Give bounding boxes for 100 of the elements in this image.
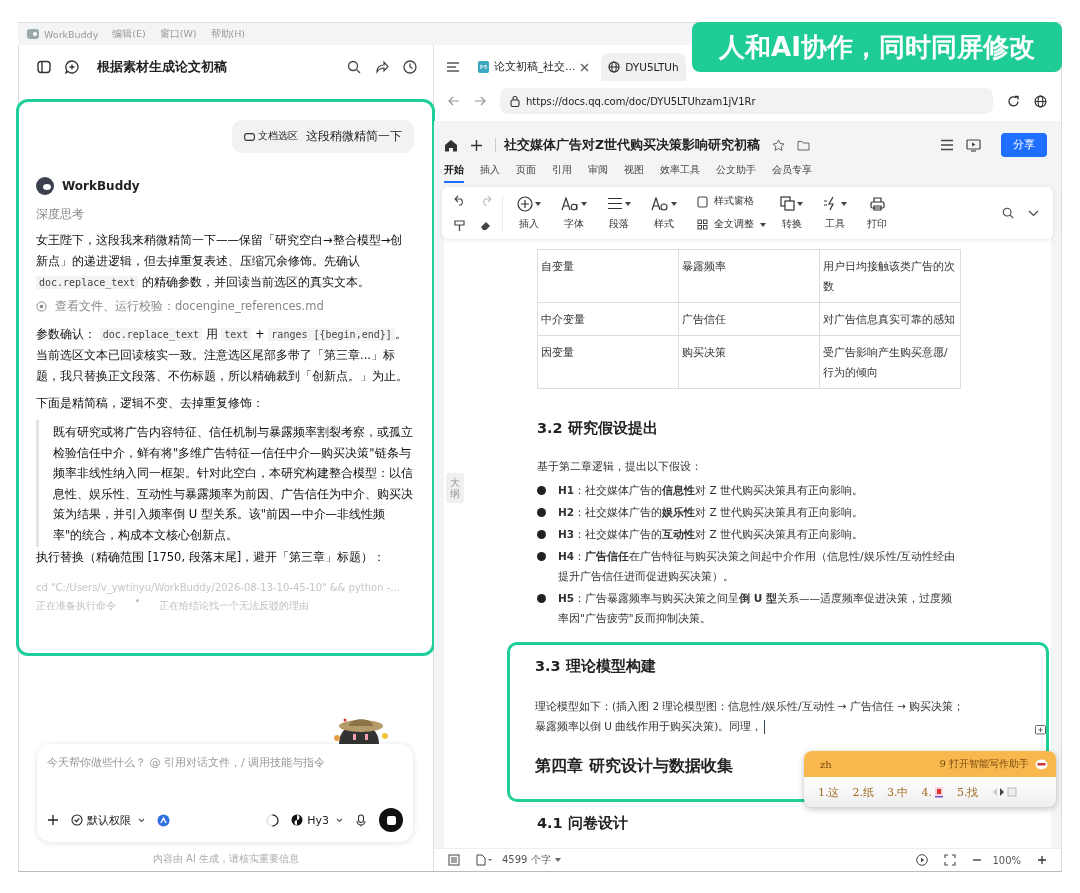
hypothesis-text: H2：社交媒体广告的娱乐性对 Z 世代购买决策具有正向影响。 [558,505,863,520]
ribbon-tab[interactable]: 审阅 [588,163,608,183]
section-heading: 3.2 研究假设提出 [537,419,659,438]
present-icon[interactable] [966,138,981,152]
add-icon[interactable] [470,138,483,152]
menu-icon[interactable] [940,139,954,151]
caret-icon [138,817,145,823]
zoom-in-icon[interactable] [1037,855,1047,865]
hypothesis-text: H5：广告暴露频率与购买决策之间呈倒 U 型关系——适度频率促进决策，过度频率因"广告疲劳"反而抑制决策。 [558,591,953,626]
home-icon[interactable] [444,138,458,152]
candidate[interactable]: 1.这 [818,784,840,800]
toolbar-button[interactable]: 工具 [823,195,853,231]
undo-icon[interactable] [454,194,466,206]
permission-dropdown[interactable]: 默认权限 [71,812,145,828]
thinking-label: 深度思考 [36,207,85,222]
bullet-icon [537,552,546,561]
model-dropdown[interactable]: Hy3 [291,813,343,827]
table-cell: 广告信任 [678,302,820,336]
table-cell: 受广告影响产生购买意愿/行为的倾向 [819,335,961,389]
globe-icon[interactable] [1034,94,1047,108]
ribbon-tab[interactable]: 效率工具 [660,163,700,183]
table-cell: 中介变量 [537,302,679,336]
style-icon [651,196,669,211]
toolbar-button[interactable]: 全文调整 [714,218,754,231]
toolbar-button[interactable]: 样式窗格 [714,195,754,208]
back-icon[interactable] [448,96,460,106]
caption-banner: 人和AI协作，同时同屏修改 [692,22,1062,72]
globe-icon [608,61,621,73]
candidate[interactable]: 2.纸 [852,784,874,800]
stop-button[interactable] [379,808,403,832]
ribbon-tab[interactable]: 引用 [552,163,572,183]
word-count[interactable]: 4599 个字 [502,853,551,867]
search-icon[interactable] [1002,207,1014,219]
page-arrows-icon[interactable] [991,787,1018,797]
input-field[interactable]: 今天帮你做些什么？ @ 引用对话文件，/ 调用技能与指令 [47,756,403,769]
table-cell: 购买决策 [678,335,820,389]
lock-icon [510,95,520,107]
bullet-icon [537,530,546,539]
folder-icon[interactable] [797,139,811,151]
add-icon[interactable] [47,814,59,826]
chevron-down-icon[interactable] [1028,209,1039,217]
toolbar-button[interactable]: 转换 [780,195,809,231]
caret-icon[interactable] [554,858,561,862]
toolbar-button[interactable]: 打印 [867,195,893,231]
app-logo-icon [26,28,40,40]
forward-icon[interactable] [474,96,486,106]
separator-dot-icon [136,599,139,602]
toolbar-button[interactable]: 段落 [607,195,637,231]
caret-icon [760,222,766,227]
ribbon-tab[interactable]: 页面 [516,163,536,183]
page-icon[interactable] [476,854,492,866]
address-bar[interactable]: https://docs.qq.com/doc/DYU5LTUhzam1jV1Rr [500,88,993,114]
fullscreen-icon[interactable] [944,854,957,866]
microphone-icon[interactable] [355,813,367,827]
tool-step[interactable]: 查看文件、运行校验：docengine_references.md [55,299,324,314]
toolbar-button[interactable]: 样式 [651,195,683,231]
add-comment-icon[interactable] [1035,725,1046,736]
candidate[interactable]: 5.找 [957,784,979,800]
sidebar-toggle-icon[interactable] [37,60,51,74]
table-cell: 暴露频率 [678,249,820,303]
table-cell: 自变量 [537,249,679,303]
reload-icon[interactable] [1007,94,1020,108]
candidate[interactable]: 4. [921,785,944,799]
stop-icon [386,815,396,825]
tool-icon[interactable] [157,813,170,827]
candidate[interactable]: 3.中 [887,784,909,800]
hypothesis-text: H3：社交媒体广告的互动性对 Z 世代购买决策具有正向影响。 [558,527,863,542]
caret-icon [797,201,803,206]
selection-tag: 文档选区 [258,130,298,143]
ribbon-tab[interactable]: 插入 [480,163,500,183]
star-icon[interactable] [772,138,786,152]
target-icon [36,301,47,312]
ribbon-tab[interactable]: 视图 [624,163,644,183]
eraser-icon[interactable] [480,219,492,231]
share-icon[interactable] [375,60,389,74]
format-painter-icon[interactable] [454,219,465,232]
section-heading: 3.3 理论模型构建 [535,657,657,676]
play-icon[interactable] [916,854,929,866]
caret-icon [625,201,631,206]
chapter-heading: 第四章 研究设计与数据收集 [535,756,733,777]
history-icon[interactable] [403,60,417,74]
toolbar-button[interactable]: 字体 [561,195,593,231]
outline-list-icon[interactable] [448,854,460,866]
caret-icon [581,201,587,206]
ribbon-tab[interactable]: 会员专享 [772,163,812,183]
chat-input[interactable]: 今天帮你做些什么？ @ 引用对话文件，/ 调用技能与指令 默认权限 Hy3 [37,744,413,842]
loading-spinner-icon [266,813,280,827]
menu-icon[interactable] [446,61,460,73]
chat-title: 根据素材生成论文初稿 [97,58,227,76]
assistant-hint[interactable]: 9 打开智能写作助手 [939,757,1029,771]
search-icon[interactable] [347,60,361,74]
message-paragraph: 执行替换（精确范围 [1750, 段落末尾]，避开「第三章」标题）： [36,549,387,566]
toolbar-button[interactable]: 插入 [517,195,547,231]
ribbon-tab[interactable]: 公文助手 [716,163,756,183]
share-button[interactable]: 分享 [1001,133,1047,157]
close-icon[interactable] [580,62,590,72]
new-chat-icon[interactable] [65,60,79,74]
browser-tab[interactable]: DYU5LTUh [601,53,686,81]
caret-icon [535,201,541,206]
ribbon-tab[interactable]: 开始 [444,163,464,183]
